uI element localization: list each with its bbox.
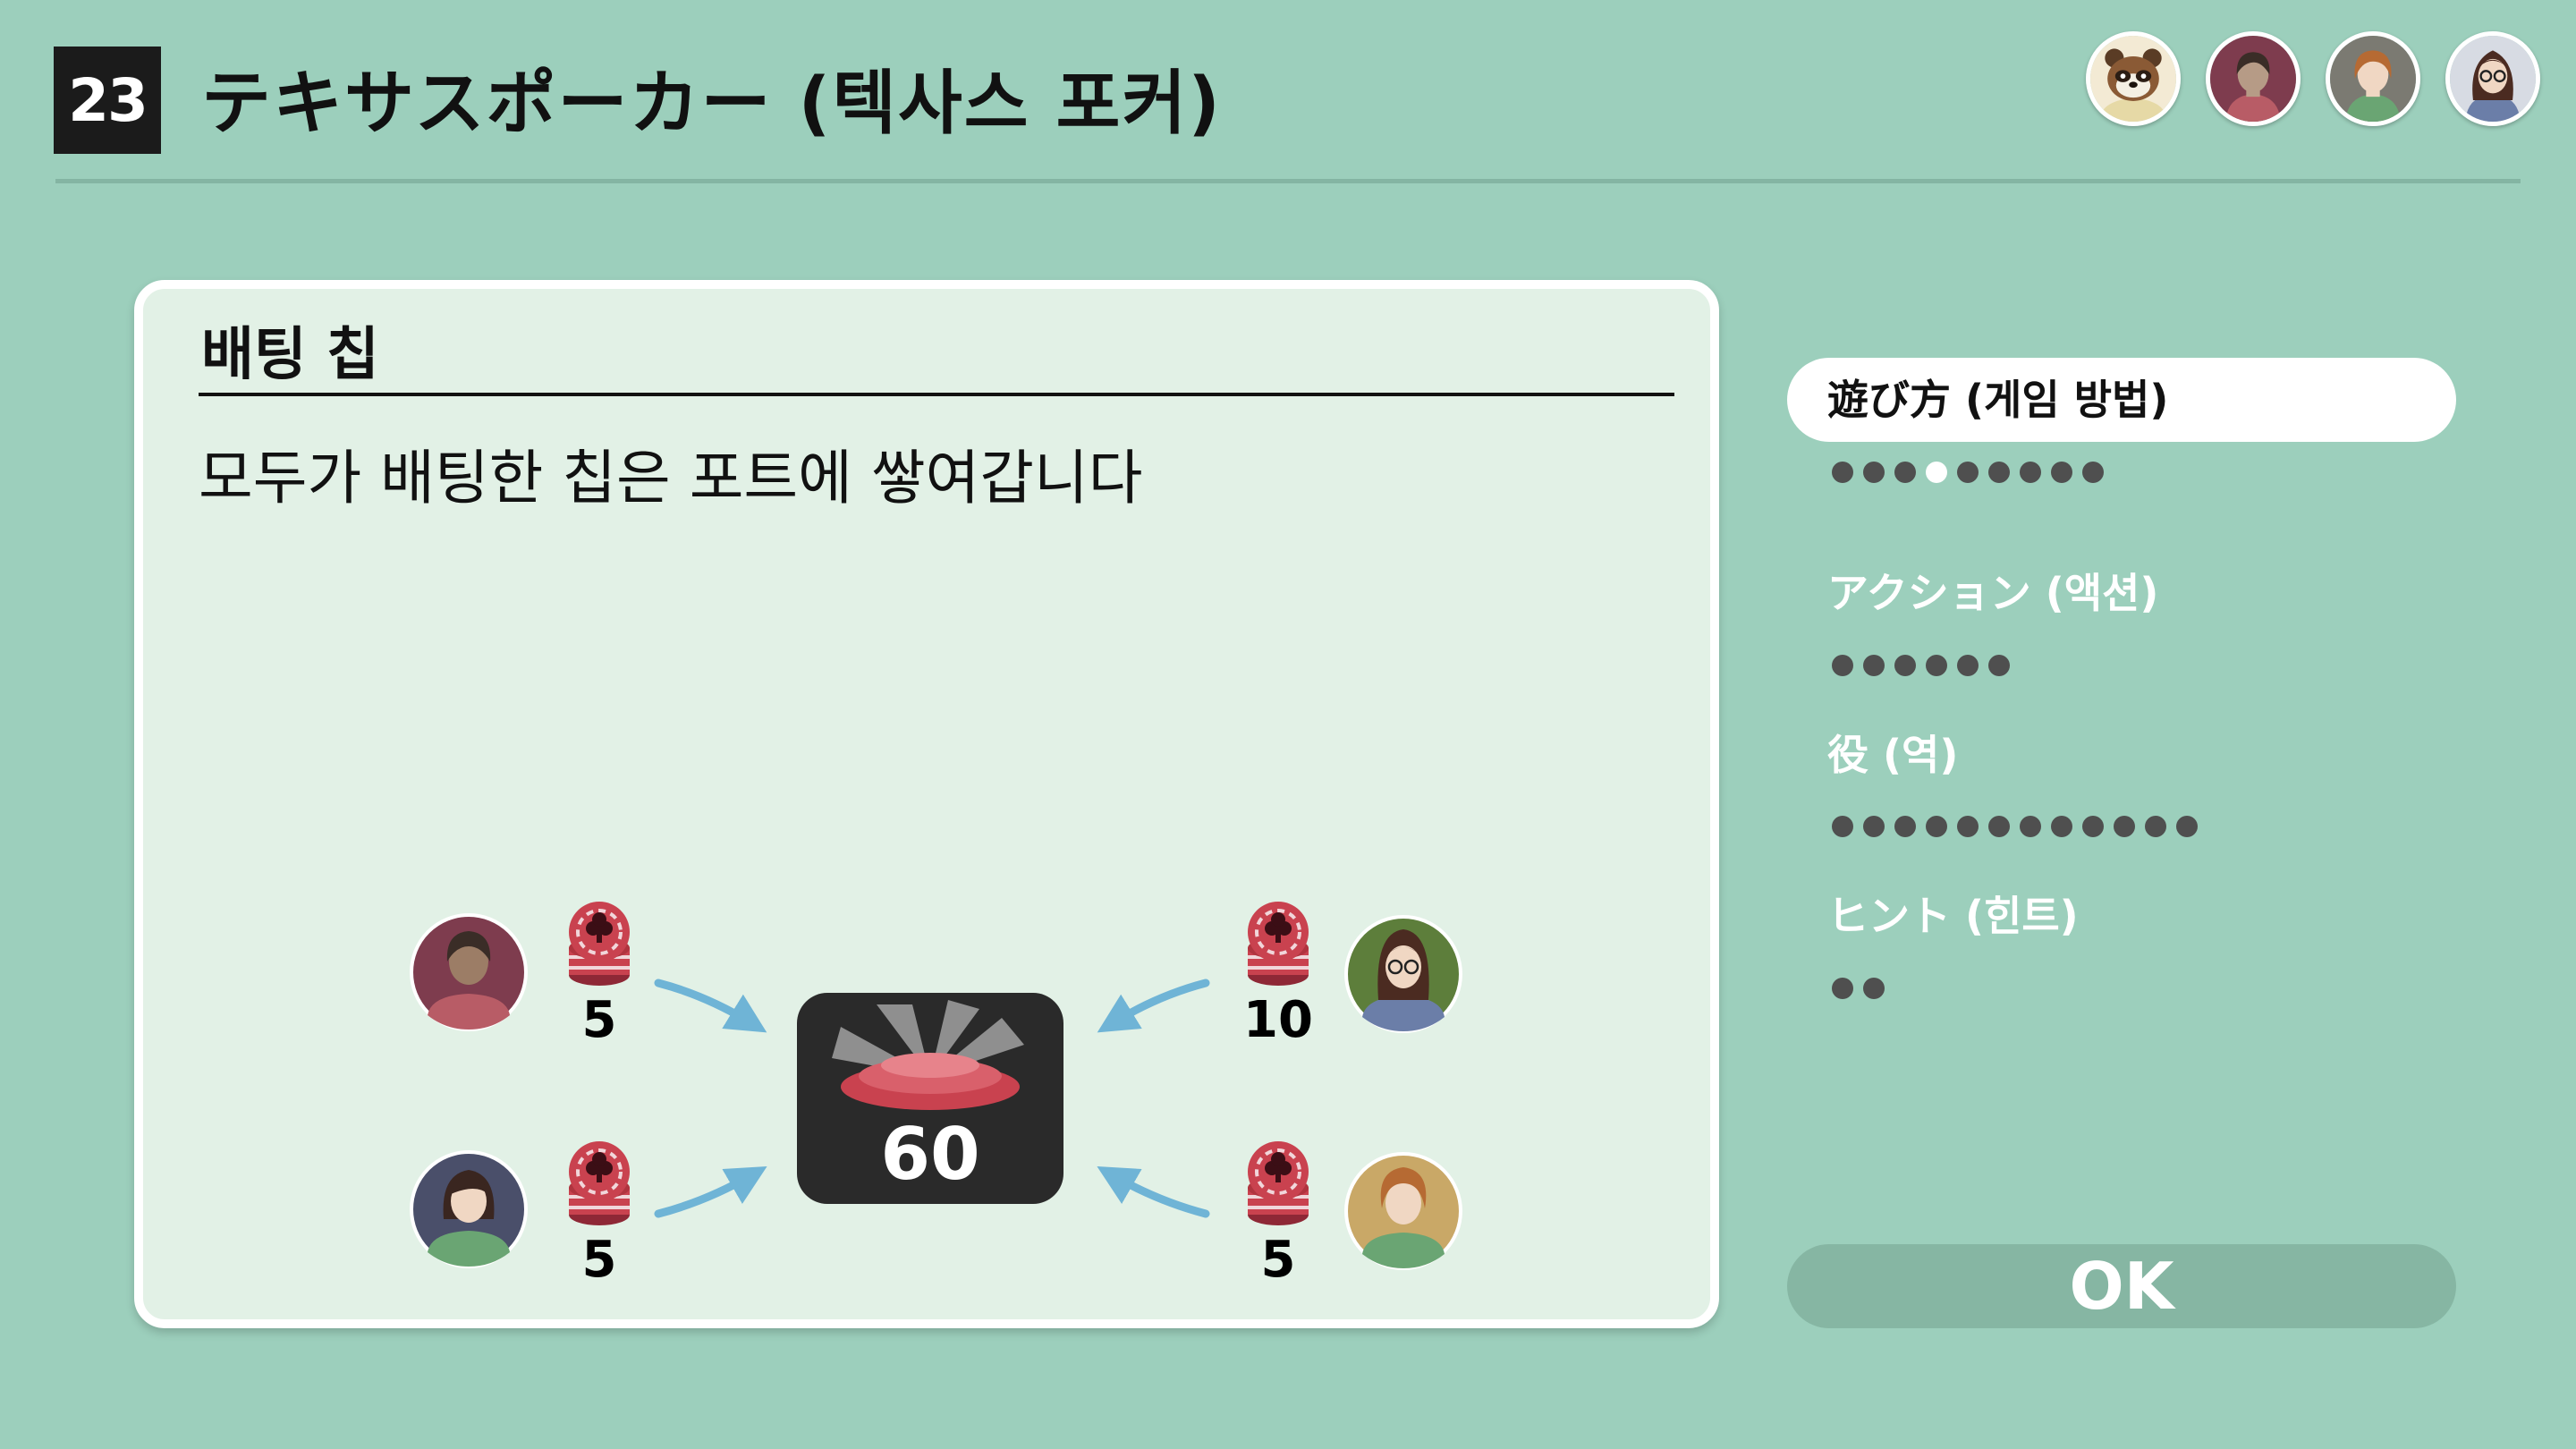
page-dots-hints xyxy=(1832,978,1885,999)
menu-item-how-to-play[interactable]: 遊び方 (게임 방법) xyxy=(1787,358,2456,442)
chip-stack-icon xyxy=(567,900,631,987)
dark-hair-player-icon xyxy=(410,1150,528,1268)
page-dot xyxy=(2082,462,2104,483)
glasses-player-avatar-icon xyxy=(2445,31,2540,126)
rule-card: 배팅 칩 모두가 배팅한 칩은 포트에 쌓여갑니다 60 5 5 10 5 xyxy=(134,280,1719,1328)
arrow-bottom-left xyxy=(654,1166,767,1218)
game-title: テキサスポーカー (텍사스 포커) xyxy=(201,64,1222,144)
page-dot xyxy=(2020,462,2041,483)
menu-item-hands[interactable]: 役 (역) xyxy=(1787,713,2456,797)
menu-item-label: 役 (역) xyxy=(1827,731,1959,779)
pot-value: 60 xyxy=(880,1113,979,1196)
ok-button[interactable]: OK xyxy=(1787,1244,2456,1328)
bet-amount: 5 xyxy=(582,1231,617,1289)
page-dot xyxy=(1863,655,1885,676)
page-dot xyxy=(1832,816,1853,837)
pot: 60 xyxy=(797,993,1063,1204)
page-dot xyxy=(1957,816,1979,837)
chip-stack-icon xyxy=(567,1140,631,1227)
page-dot xyxy=(2145,816,2166,837)
page-dot xyxy=(1957,655,1979,676)
player-avatars xyxy=(2086,31,2540,126)
page-dots-how-to-play xyxy=(1832,462,2104,483)
page-dot xyxy=(2051,816,2072,837)
page-dot xyxy=(2082,816,2104,837)
orange-hair-player-icon xyxy=(1344,1152,1462,1270)
arrow-top-right xyxy=(1097,979,1210,1033)
page-dot xyxy=(1832,462,1853,483)
game-number-badge: 23 xyxy=(54,47,161,154)
chip-stack-icon xyxy=(1246,1140,1310,1227)
page-dot xyxy=(1863,978,1885,999)
page-dot xyxy=(1926,816,1947,837)
page-dot xyxy=(2176,816,2198,837)
menu-item-actions[interactable]: アクション (액션) xyxy=(1787,551,2456,635)
bet-top-left: 5 xyxy=(410,900,631,1049)
bet-amount: 5 xyxy=(1261,1231,1296,1289)
header-divider xyxy=(55,179,2521,183)
page-dot xyxy=(1894,462,1916,483)
arrow-bottom-right xyxy=(1097,1166,1210,1218)
menu-item-label: アクション (액션) xyxy=(1827,569,2159,617)
bet-bottom-right: 5 xyxy=(1246,1140,1462,1289)
page-dot xyxy=(1832,978,1853,999)
arrow-top-left xyxy=(654,979,767,1033)
bet-amount: 10 xyxy=(1243,991,1313,1049)
page-dot xyxy=(1988,462,2010,483)
orange-hair-player-avatar-icon xyxy=(2326,31,2420,126)
betting-diagram: 60 5 5 10 5 xyxy=(410,900,1462,1289)
page-dot xyxy=(1988,655,2010,676)
page-dot xyxy=(1988,816,2010,837)
page-dot xyxy=(1957,462,1979,483)
page-dot xyxy=(1863,816,1885,837)
raccoon-villager-avatar-icon xyxy=(2086,31,2181,126)
bet-bottom-left: 5 xyxy=(410,1140,631,1289)
page-dot xyxy=(2114,816,2135,837)
page-dot xyxy=(1894,816,1916,837)
dark-hair-player-avatar-icon xyxy=(2206,31,2301,126)
page-dot xyxy=(1863,462,1885,483)
brown-hair-player-icon xyxy=(410,913,528,1031)
page-dot-current xyxy=(1926,462,1947,483)
page-dot xyxy=(2020,816,2041,837)
chip-stack-icon xyxy=(1246,900,1310,987)
glasses-player-icon xyxy=(1344,915,1462,1033)
page-dot xyxy=(1894,655,1916,676)
page-dot xyxy=(1926,655,1947,676)
page-dot xyxy=(2051,462,2072,483)
menu-item-label: ヒント (힌트) xyxy=(1827,892,2079,940)
bet-top-right: 10 xyxy=(1243,900,1462,1049)
page-dot xyxy=(1832,655,1853,676)
page-dots-actions xyxy=(1832,655,2010,676)
bet-amount: 5 xyxy=(582,991,617,1049)
menu-item-hints[interactable]: ヒント (힌트) xyxy=(1787,874,2456,958)
menu-item-label: 遊び方 (게임 방법) xyxy=(1827,376,2169,424)
page-dots-hands xyxy=(1832,816,2198,837)
